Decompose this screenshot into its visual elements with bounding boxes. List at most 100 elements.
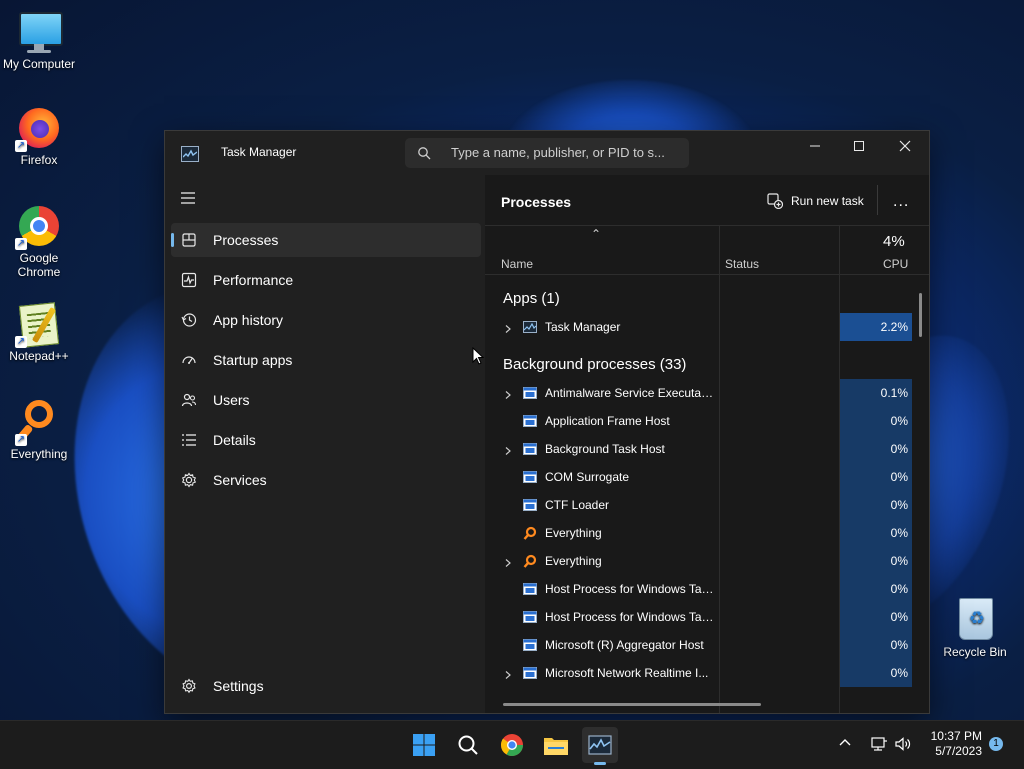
cpu-cell: 0% xyxy=(840,463,912,491)
monitor-icon xyxy=(17,10,63,54)
maximize-icon xyxy=(854,141,864,151)
process-row[interactable]: Microsoft Network Realtime I... 0% xyxy=(485,659,919,687)
users-icon xyxy=(181,393,197,407)
process-name: Microsoft Network Realtime I... xyxy=(545,666,709,680)
toolbar-divider-line xyxy=(485,225,929,226)
process-row[interactable]: Host Process for Windows Tasks 0% xyxy=(485,603,919,631)
chevron-right-icon[interactable] xyxy=(503,667,513,679)
more-options-button[interactable]: ... xyxy=(893,193,909,211)
cpu-value: 0% xyxy=(890,582,908,596)
vertical-scrollbar[interactable] xyxy=(919,293,922,337)
cpu-cell: 0.1% xyxy=(840,379,912,407)
everything-icon xyxy=(523,526,537,540)
start-button[interactable] xyxy=(406,727,442,763)
cpu-value: 0% xyxy=(890,666,908,680)
process-row[interactable]: Antimalware Service Executable 0.1% xyxy=(485,379,919,407)
show-hidden-icons-chevron-up-icon[interactable] xyxy=(838,736,852,750)
sidebar-item-app-history[interactable]: App history xyxy=(171,303,481,337)
cpu-value: 0% xyxy=(890,610,908,624)
process-row[interactable]: Everything 0% xyxy=(485,547,919,575)
sidebar-item-startup-apps[interactable]: Startup apps xyxy=(171,343,481,377)
process-row[interactable]: Background Task Host 0% xyxy=(485,435,919,463)
firefox-icon: ↗ xyxy=(15,106,61,152)
sidebar-item-users[interactable]: Users xyxy=(171,383,481,417)
process-name: Host Process for Windows Tasks xyxy=(545,610,715,624)
everything-icon xyxy=(523,554,537,568)
process-name: Application Frame Host xyxy=(545,414,670,428)
minimize-button[interactable] xyxy=(792,131,838,161)
notification-badge[interactable]: 1 xyxy=(989,737,1003,751)
process-row[interactable]: Microsoft (R) Aggregator Host 0% xyxy=(485,631,919,659)
page-title: Processes xyxy=(501,194,572,210)
cpu-cell: 0% xyxy=(840,491,912,519)
taskbar-search-button[interactable] xyxy=(450,727,486,763)
taskbar-file-explorer-button[interactable] xyxy=(538,727,574,763)
desktop-icon-firefox[interactable]: ↗ Firefox xyxy=(1,106,77,167)
taskbar-task-manager-button[interactable] xyxy=(582,727,618,765)
close-icon xyxy=(899,140,911,152)
minimize-icon xyxy=(810,145,820,147)
sort-up-icon[interactable]: ⌃ xyxy=(591,227,601,241)
sidebar-item-performance[interactable]: Performance xyxy=(171,263,481,297)
column-header-cpu[interactable]: CPU xyxy=(883,257,908,303)
process-name: Everything xyxy=(545,526,602,540)
desktop-icon-recycle-bin[interactable]: ♻ Recycle Bin xyxy=(937,598,1013,659)
search-box[interactable]: Type a name, publisher, or PID to s... xyxy=(405,138,689,168)
desktop-icon-label: Firefox xyxy=(20,153,58,167)
desktop-icon-google-chrome[interactable]: ↗ Google Chrome xyxy=(1,204,77,279)
sidebar-item-settings[interactable]: Settings xyxy=(171,669,481,703)
sidebar-item-processes[interactable]: Processes xyxy=(171,223,481,257)
taskbar-chrome-button[interactable] xyxy=(494,727,530,763)
maximize-button[interactable] xyxy=(836,131,882,161)
app-window-icon xyxy=(523,610,537,624)
services-icon xyxy=(181,472,197,488)
chevron-right-icon[interactable] xyxy=(503,387,513,399)
horizontal-scrollbar[interactable] xyxy=(503,703,761,706)
process-name: CTF Loader xyxy=(545,498,610,512)
header-divider-line xyxy=(485,274,929,275)
network-icon[interactable] xyxy=(870,735,888,753)
everything-icon: ↗ xyxy=(14,400,61,446)
desktop-icon-my-computer[interactable]: My Computer xyxy=(1,10,77,71)
desktop-icon-everything[interactable]: ↗ Everything xyxy=(1,400,77,461)
cpu-cell: 0% xyxy=(840,435,912,463)
process-row[interactable]: Everything 0% xyxy=(485,519,919,547)
search-icon xyxy=(418,147,431,160)
search-input[interactable]: Type a name, publisher, or PID to s... xyxy=(451,145,665,160)
sidebar-item-services[interactable]: Services xyxy=(171,463,481,497)
settings-gear-icon xyxy=(182,678,196,694)
close-button[interactable] xyxy=(882,131,928,161)
cpu-value: 0% xyxy=(890,470,908,484)
search-icon xyxy=(458,735,478,755)
desktop-icon-label: My Computer xyxy=(2,57,76,71)
process-row[interactable]: Application Frame Host 0% xyxy=(485,407,919,435)
cpu-value: 0% xyxy=(890,638,908,652)
sidebar-item-label: Performance xyxy=(213,272,294,288)
app-window-icon xyxy=(523,414,537,428)
process-row[interactable]: COM Surrogate 0% xyxy=(485,463,919,491)
desktop-icon-notepad-plus-plus[interactable]: ↗ Notepad++ xyxy=(1,302,77,363)
column-header-status[interactable]: Status xyxy=(725,257,759,303)
volume-icon[interactable] xyxy=(894,735,912,753)
process-row[interactable]: Host Process for Windows Tasks 0% xyxy=(485,575,919,603)
app-window-icon xyxy=(523,442,537,456)
group-header-background: Background processes (33) xyxy=(503,356,687,373)
title-bar[interactable]: Task Manager Type a name, publisher, or … xyxy=(165,131,929,175)
process-row[interactable]: Task Manager 2.2% xyxy=(485,313,919,341)
sidebar-item-label: Startup apps xyxy=(213,352,293,368)
app-history-icon xyxy=(181,313,197,327)
hamburger-menu-icon[interactable] xyxy=(179,191,197,205)
details-icon xyxy=(182,434,196,446)
process-name: Antimalware Service Executable xyxy=(545,386,715,400)
shortcut-arrow-icon: ↗ xyxy=(15,140,27,152)
cpu-cell: 0% xyxy=(840,631,912,659)
sidebar-item-details[interactable]: Details xyxy=(171,423,481,457)
chevron-right-icon[interactable] xyxy=(503,555,513,567)
cpu-cell: 0% xyxy=(840,519,912,547)
chevron-right-icon[interactable] xyxy=(503,321,513,333)
process-row[interactable]: CTF Loader 0% xyxy=(485,491,919,519)
shortcut-arrow-icon: ↗ xyxy=(15,336,27,348)
chevron-right-icon[interactable] xyxy=(503,443,513,455)
task-manager-window: Task Manager Type a name, publisher, or … xyxy=(164,130,930,714)
taskbar-clock[interactable]: 10:37 PM 5/7/2023 xyxy=(922,729,982,759)
